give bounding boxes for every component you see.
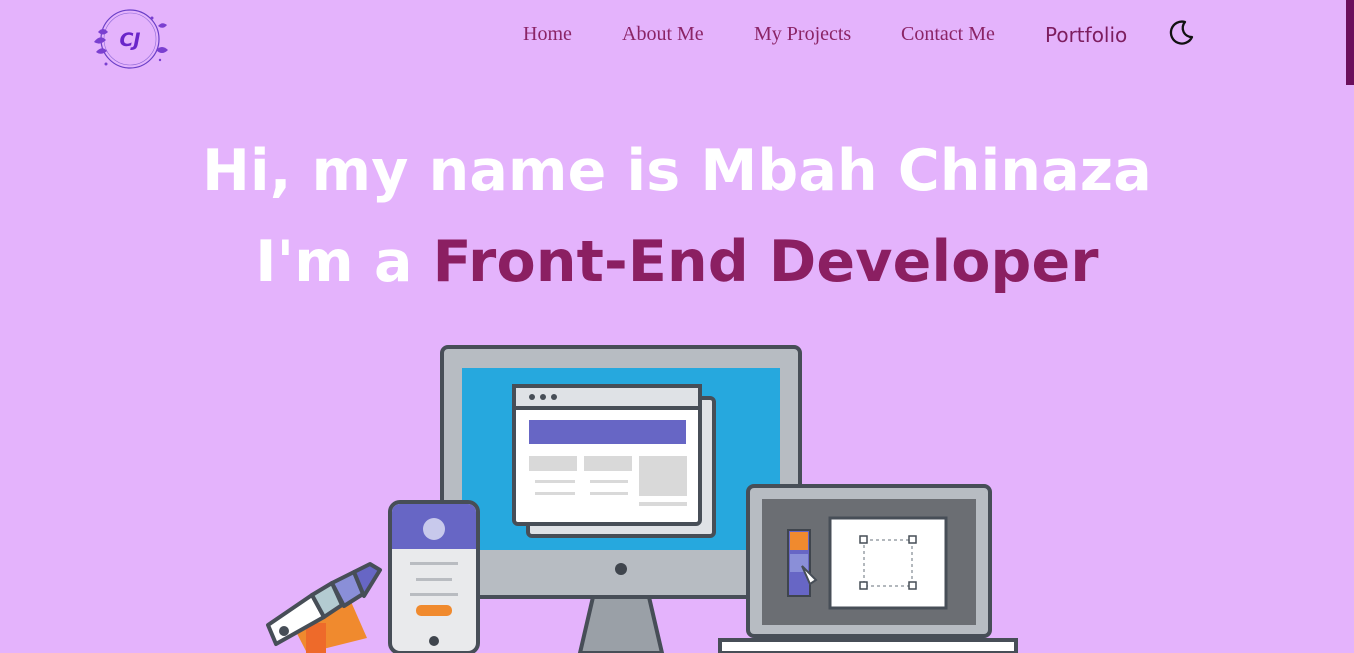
- nav-about-me[interactable]: About Me: [622, 21, 704, 47]
- hero-greeting: Hi, my name is Mbah Chinaza: [202, 138, 1152, 204]
- nav-home[interactable]: Home: [523, 21, 572, 47]
- hero-role-line: I'm a Front-End Developer: [0, 229, 1354, 295]
- laptop-icon: [718, 484, 1018, 653]
- hero-role: Front-End Developer: [432, 229, 1099, 295]
- nav-portfolio[interactable]: Portfolio: [1045, 21, 1127, 49]
- moon-icon[interactable]: [1166, 18, 1196, 48]
- site-header: CJ Home About Me My Projects Contact Me …: [0, 0, 1354, 70]
- smartphone-icon: [388, 500, 480, 653]
- devices-illustration: [266, 345, 1018, 653]
- nav-contact-me[interactable]: Contact Me: [901, 21, 995, 47]
- nav-my-projects[interactable]: My Projects: [754, 21, 851, 47]
- main-nav: Home About Me My Projects Contact Me Por…: [0, 21, 1354, 51]
- color-swatch-icon: [266, 562, 382, 653]
- hero-role-prefix: I'm a: [255, 229, 433, 295]
